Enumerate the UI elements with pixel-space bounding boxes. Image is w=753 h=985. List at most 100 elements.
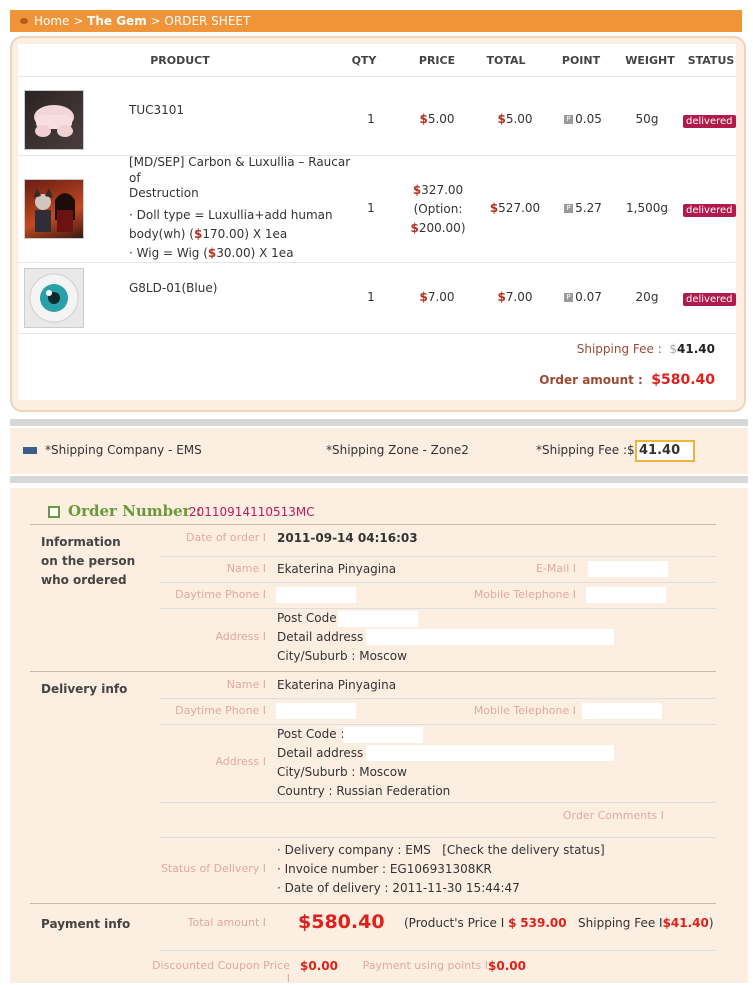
row-qty: 1 <box>367 201 375 215</box>
row-qty: 1 <box>367 290 375 304</box>
divider <box>10 476 748 483</box>
shipping-company: *Shipping Company - EMS <box>45 443 202 457</box>
label-daytime-phone: Daytime Phone I <box>175 588 266 601</box>
label-points: Payment using points I <box>362 959 488 972</box>
row-weight: 50g <box>635 112 659 126</box>
label-email: E-Mail I <box>535 562 576 575</box>
mobile-field <box>586 587 666 603</box>
city: City/Suburb : Moscow <box>277 765 407 779</box>
shipping-zone: *Shipping Zone - Zone2 <box>326 443 469 457</box>
divider <box>160 582 716 583</box>
price-breakdown: (Product's Price I $ 539.00 Shipping Fee… <box>404 916 714 930</box>
product-name-block[interactable]: [MD/SEP] Carbon & Luxullia – Raucar of D… <box>129 155 359 202</box>
breadcrumb: Home > The Gem > ORDER SHEET <box>10 10 742 32</box>
point-icon: P <box>564 204 574 213</box>
point-icon: P <box>564 293 574 302</box>
divider <box>160 698 716 699</box>
divider <box>30 524 716 525</box>
breadcrumb-separator: > <box>73 14 84 28</box>
doll-pair-icon <box>33 188 75 232</box>
breadcrumb-separator: > <box>150 14 161 28</box>
divider <box>160 556 716 557</box>
label-address: Address I <box>215 755 266 768</box>
points-value: $0.00 <box>488 959 526 973</box>
header-price: PRICE <box>418 54 456 67</box>
shipping-fee-label: *Shipping Fee :$ <box>536 443 635 457</box>
dollar-icon: $ <box>497 290 506 304</box>
row-price: $5.00 <box>419 112 455 126</box>
label-address: Address I <box>215 630 266 643</box>
product-thumbnail[interactable] <box>24 90 84 150</box>
row-price: $7.00 <box>419 290 455 304</box>
breadcrumb-current: ORDER SHEET <box>164 14 251 28</box>
total-amount: $580.40 <box>298 911 385 933</box>
product-thumbnail[interactable] <box>24 179 84 239</box>
divider <box>160 608 716 609</box>
post-code-field <box>343 727 423 743</box>
label-coupon: Discounted Coupon Price I <box>152 959 290 985</box>
mobile-field <box>582 703 662 719</box>
header-status: STATUS <box>687 54 735 67</box>
row-total: $5.00 <box>497 112 533 126</box>
row-point: P 0.07 <box>558 290 608 304</box>
coupon-value: $0.00 <box>300 959 338 973</box>
row-qty: 1 <box>367 112 375 126</box>
product-thumbnail[interactable] <box>24 268 84 328</box>
status-badge: delivered <box>683 202 736 217</box>
row-total: $527.00 <box>489 201 541 215</box>
dollar-icon: $ <box>497 112 506 126</box>
divider <box>18 333 736 334</box>
label-total-amount: Total amount I <box>187 916 266 929</box>
status-badge: delivered <box>683 291 736 306</box>
option-line: · Wig = Wig ($30.00) X 1ea <box>129 246 294 260</box>
row-point: P 0.05 <box>558 112 608 126</box>
divider <box>30 671 716 672</box>
breadcrumb-category[interactable]: The Gem <box>87 14 147 28</box>
product-options: · Doll type = Luxullia+add human body(wh… <box>129 206 359 263</box>
section-delivery: Delivery info <box>41 682 128 696</box>
city: City/Suburb : Moscow <box>277 649 407 663</box>
divider <box>18 76 736 77</box>
divider <box>160 724 716 725</box>
detail-address-field <box>366 745 614 761</box>
label-name: Name I <box>226 562 266 575</box>
detail-address-field <box>366 629 614 645</box>
product-name-cont[interactable]: Destruction <box>129 186 359 202</box>
dollar-icon: $ <box>412 183 422 197</box>
divider <box>10 419 748 426</box>
detail-address: Detail address : <box>277 630 372 644</box>
bullet-icon <box>23 447 37 454</box>
country: Country : Russian Federation <box>277 784 451 798</box>
label-daytime-phone: Daytime Phone I <box>175 704 266 717</box>
order-amount-line: Order amount : $580.40 <box>539 372 715 388</box>
order-number-title: Order Number : <box>68 502 202 520</box>
orderer-name: Ekaterina Pinyagina <box>277 562 397 576</box>
section-orderer: Information on the person who ordered <box>41 535 136 587</box>
divider <box>160 802 716 803</box>
option-label: (Option: <box>413 202 463 216</box>
shipping-fee-field[interactable]: 41.40 <box>635 440 695 462</box>
bullet-icon <box>20 18 28 24</box>
daytime-phone-field <box>276 703 356 719</box>
product-name[interactable]: G8LD-01(Blue) <box>129 281 217 295</box>
header-point: POINT <box>561 54 601 67</box>
daytime-phone-field <box>276 587 356 603</box>
row-weight: 1,500g <box>626 201 668 215</box>
breadcrumb-home[interactable]: Home <box>34 14 69 28</box>
checkbox-icon <box>48 506 60 518</box>
detail-address: Detail address : <box>277 746 372 760</box>
divider <box>160 950 716 951</box>
option-line: body(wh) ($170.00) X 1ea <box>129 227 288 241</box>
header-weight: WEIGHT <box>625 54 675 67</box>
product-name[interactable]: [MD/SEP] Carbon & Luxullia – Raucar of <box>129 155 359 186</box>
order-number: 20110914110513MC <box>189 505 315 519</box>
check-delivery-status-link[interactable]: [Check the delivery status] <box>442 843 604 857</box>
shipping-fee-line: Shipping Fee : $41.40 <box>576 342 715 356</box>
dollar-icon: $ <box>419 112 428 126</box>
status-badge: delivered <box>683 113 736 128</box>
delivery-company: · Delivery company : EMS [Check the deli… <box>277 843 605 857</box>
product-name[interactable]: TUC3101 <box>129 103 184 117</box>
header-total: TOTAL <box>486 54 526 67</box>
post-code: Post Code : <box>277 611 345 625</box>
recipient-name: Ekaterina Pinyagina <box>277 678 397 692</box>
